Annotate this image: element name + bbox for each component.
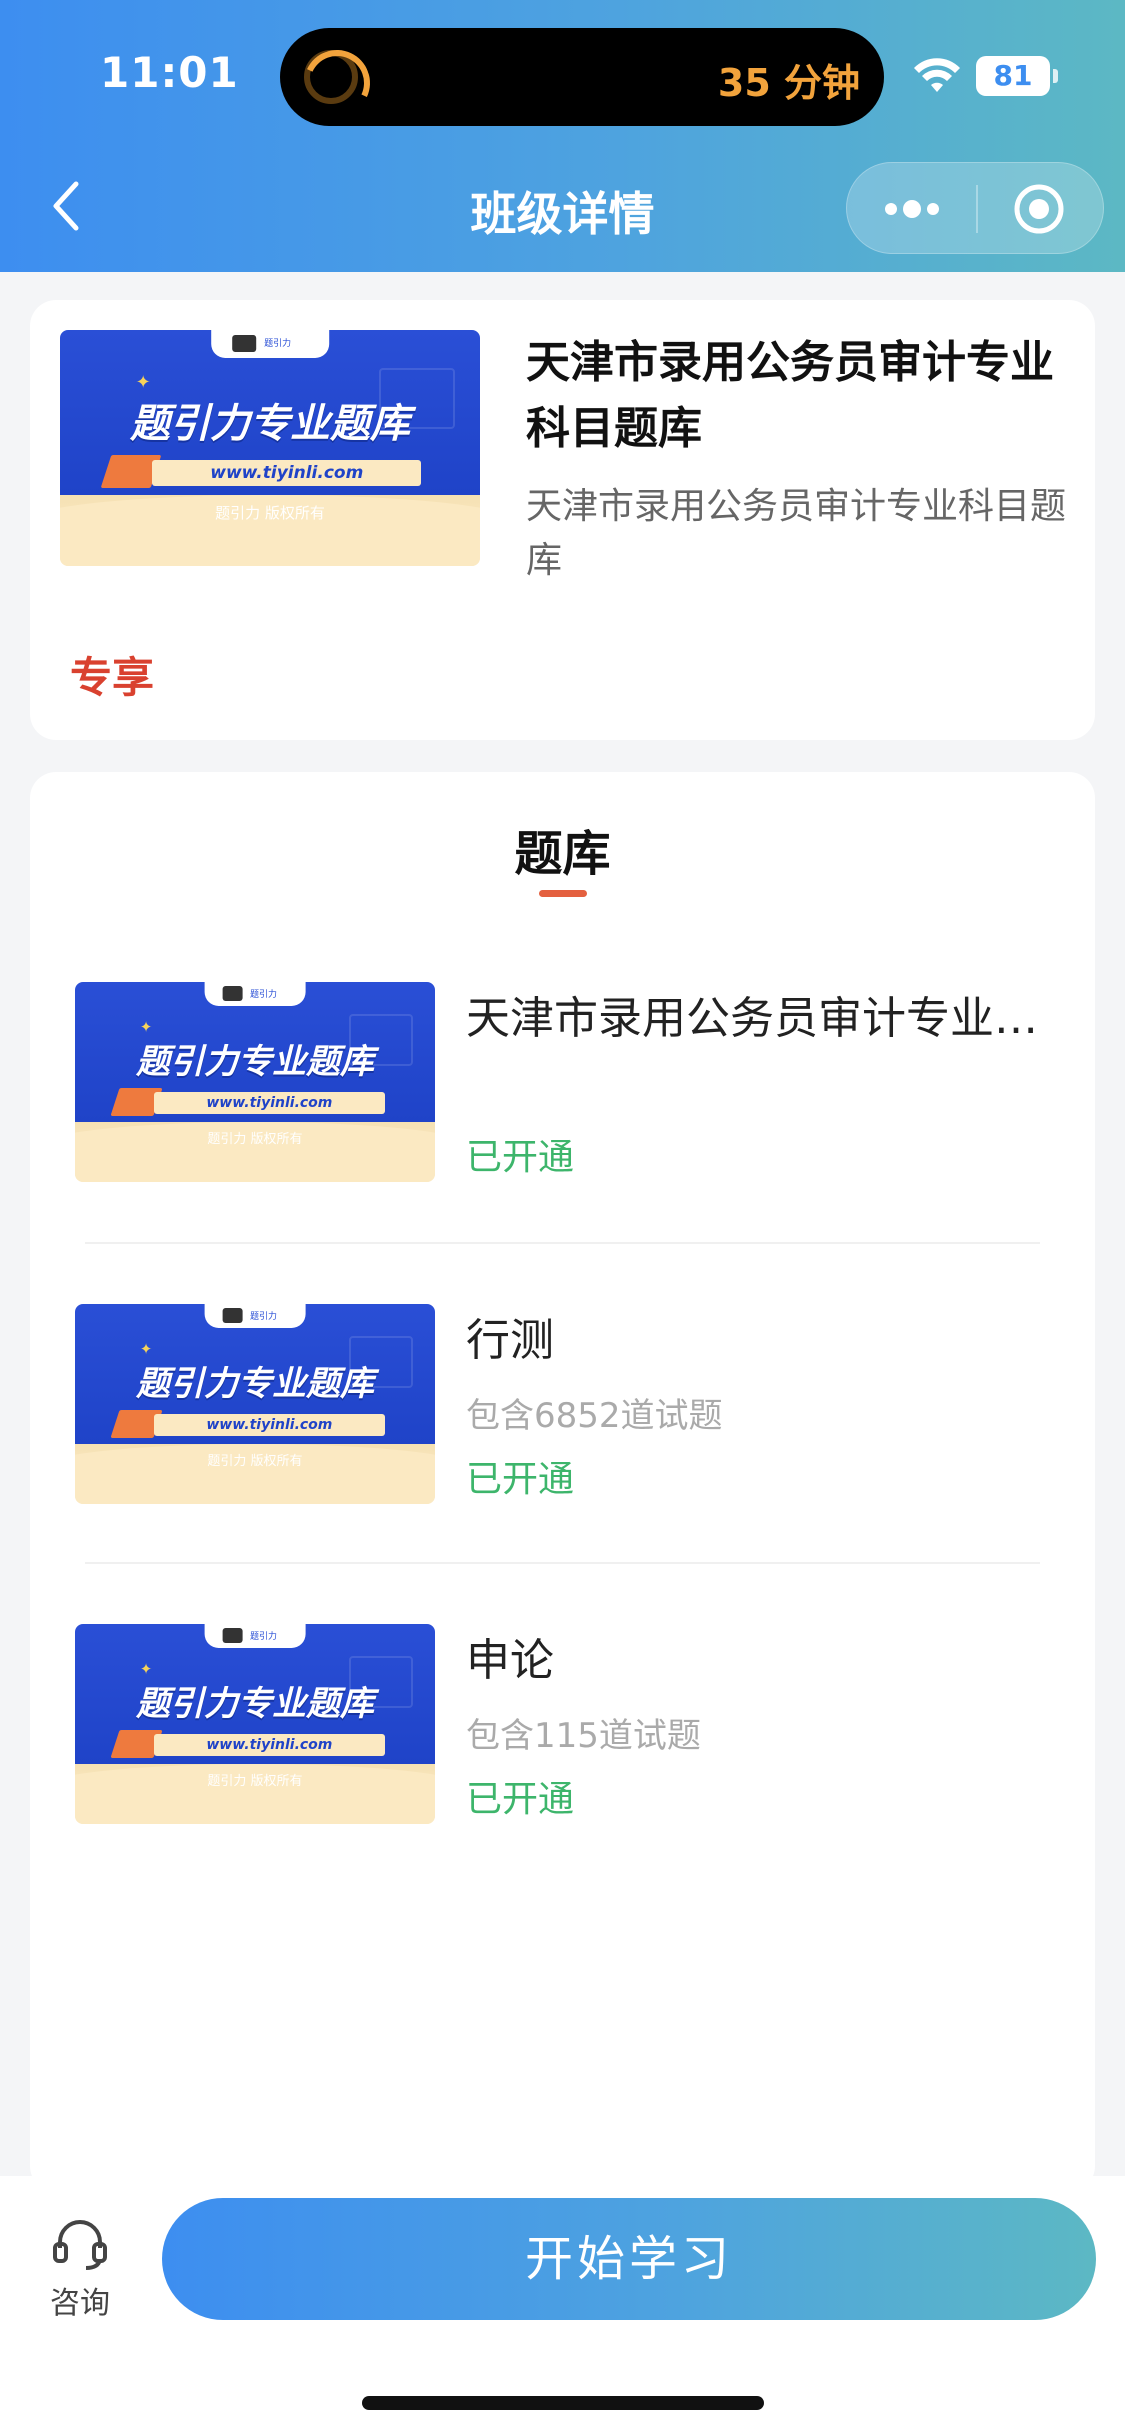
bank-name: 申论 [466, 1635, 554, 1686]
class-title: 天津市录用公务员审计专业科目题库 [526, 337, 1054, 454]
class-info-card: 题引力 ✦ 题引力专业题库 www.tiyinli.com 题引力 版权所有 天… [30, 300, 1095, 740]
class-description: 天津市录用公务员审计专业科目题库 [526, 486, 1067, 581]
section-underline [539, 890, 587, 897]
exclusive-tag: 专享 [70, 653, 155, 702]
header: 11:01 35 分钟 81 班级详情 [0, 0, 1125, 272]
bottom-action-bar: 咨询 开始学习 [0, 2176, 1125, 2436]
timer-icon [304, 50, 358, 104]
banner-copyright: 题引力 版权所有 [207, 1774, 303, 1789]
capsule-divider [976, 185, 978, 233]
banner-badge: 题引力 [204, 1624, 306, 1648]
bank-name: 天津市录用公务员审计专业科目题库 [466, 993, 1066, 1044]
close-miniprogram-icon[interactable] [1013, 183, 1065, 235]
banner-url: www.tiyinli.com [154, 1734, 385, 1756]
banner-url: www.tiyinli.com [152, 459, 422, 486]
banner-badge-text: 题引力 [264, 338, 292, 349]
banner-badge: 题引力 [204, 1304, 306, 1328]
logo-icon [222, 1628, 243, 1643]
status-time: 11:01 [100, 48, 239, 97]
bank-count: 包含115道试题 [466, 1716, 701, 1756]
mini-program-capsule [846, 162, 1104, 254]
logo-icon [222, 1308, 243, 1323]
banner-headline: 题引力专业题库 [136, 1684, 374, 1724]
bank-cover-image: 题引力 ✦ 题引力专业题库 www.tiyinli.com 题引力 版权所有 [75, 1624, 435, 1824]
divider [85, 1562, 1040, 1564]
consult-button[interactable]: 咨询 [44, 2216, 116, 2322]
start-learning-button[interactable]: 开始学习 [162, 2198, 1096, 2320]
logo-icon [232, 335, 256, 353]
question-bank-card: 题库 题引力 ✦ 题引力专业题库 www.tiyinli.com 题引力 版权所… [30, 772, 1095, 2192]
banner-badge: 题引力 [211, 330, 329, 359]
wifi-icon [914, 58, 960, 92]
section-title: 题库 [514, 826, 611, 882]
bank-name: 行测 [466, 1315, 554, 1366]
dynamic-island[interactable]: 35 分钟 [280, 28, 884, 126]
banner-copyright: 题引力 版权所有 [215, 504, 325, 523]
headset-icon [53, 2220, 107, 2270]
banner-url: www.tiyinli.com [154, 1414, 385, 1436]
consult-label: 咨询 [50, 2286, 110, 2321]
home-indicator[interactable] [362, 2396, 764, 2410]
banner-url: www.tiyinli.com [154, 1092, 385, 1114]
bank-count: 包含6852道试题 [466, 1396, 723, 1436]
battery-icon: 81 [976, 56, 1058, 96]
bank-status: 已开通 [466, 1137, 575, 1178]
banner-headline: 题引力专业题库 [130, 401, 410, 448]
bank-status: 已开通 [466, 1459, 575, 1500]
timer-text: 35 分钟 [717, 61, 860, 105]
banner-badge-text: 题引力 [249, 1311, 277, 1322]
bank-cover-image: 题引力 ✦ 题引力专业题库 www.tiyinli.com 题引力 版权所有 [75, 982, 435, 1182]
divider [85, 1242, 1040, 1244]
bank-status: 已开通 [466, 1779, 575, 1820]
bank-item[interactable]: 题引力 ✦ 题引力专业题库 www.tiyinli.com 题引力 版权所有 行… [30, 1304, 1095, 1504]
logo-icon [222, 986, 243, 1001]
class-cover-image: 题引力 ✦ 题引力专业题库 www.tiyinli.com 题引力 版权所有 [60, 330, 480, 566]
banner-badge: 题引力 [204, 982, 306, 1006]
banner-headline: 题引力专业题库 [136, 1042, 374, 1082]
bank-cover-image: 题引力 ✦ 题引力专业题库 www.tiyinli.com 题引力 版权所有 [75, 1304, 435, 1504]
banner-badge-text: 题引力 [249, 1631, 277, 1642]
bank-item[interactable]: 题引力 ✦ 题引力专业题库 www.tiyinli.com 题引力 版权所有 天… [30, 982, 1095, 1182]
banner-copyright: 题引力 版权所有 [207, 1132, 303, 1147]
banner-badge-text: 题引力 [249, 989, 277, 1000]
bank-item[interactable]: 题引力 ✦ 题引力专业题库 www.tiyinli.com 题引力 版权所有 申… [30, 1624, 1095, 1824]
star-icon: ✦ [135, 372, 151, 394]
banner-headline: 题引力专业题库 [136, 1364, 374, 1404]
banner-copyright: 题引力 版权所有 [207, 1454, 303, 1469]
more-icon[interactable] [881, 191, 943, 227]
